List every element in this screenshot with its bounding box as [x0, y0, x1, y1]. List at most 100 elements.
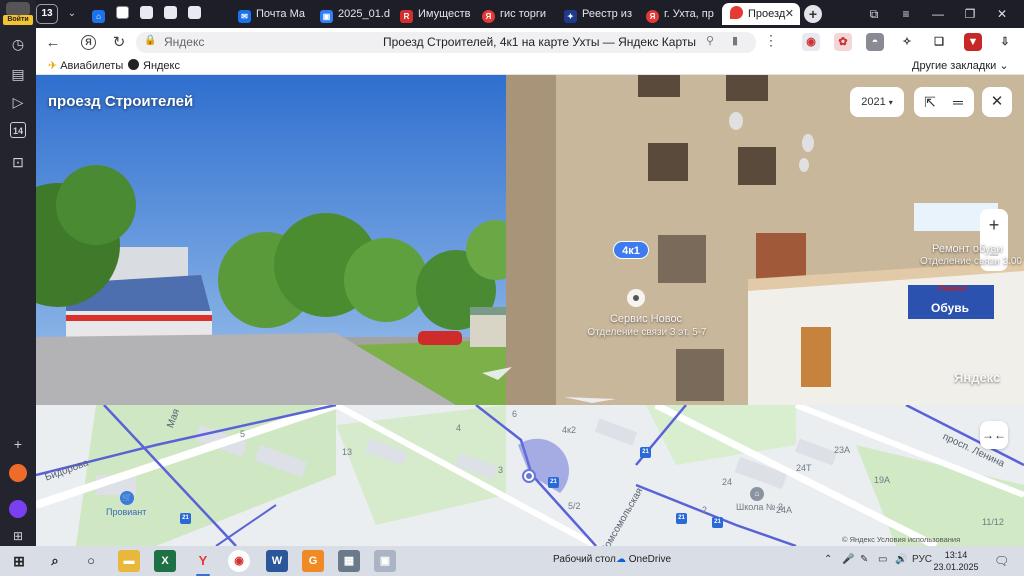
cloud-icon: ☁ [616, 554, 626, 565]
year-selector[interactable]: 2021 ▾ [850, 87, 904, 117]
house-number-tag[interactable]: 4к1 [613, 241, 649, 259]
tab-counter[interactable]: 13 [36, 4, 58, 24]
bus-stop-icon[interactable]: 21 [676, 513, 687, 524]
open-external-icon[interactable]: ⇱ [920, 92, 940, 112]
bookmark-yandex[interactable]: Яндекс [128, 59, 180, 72]
chevron-up-icon[interactable]: ⌃ [824, 554, 832, 565]
login-button[interactable]: Войти [3, 15, 33, 25]
extension-icon[interactable]: ▼ [964, 33, 982, 51]
poi-marker[interactable] [627, 289, 645, 307]
viewpoint-marker[interactable] [522, 469, 536, 483]
play-icon[interactable]: ▷ [6, 90, 30, 114]
start-icon[interactable]: ⊞ [8, 550, 30, 572]
zoom-in-icon[interactable]: + [980, 210, 1008, 240]
chrome-icon[interactable]: ◉ [228, 550, 250, 572]
extension-icon[interactable]: ✿ [834, 33, 852, 51]
bookmark-icon[interactable]: ▮ [732, 34, 738, 47]
notifications-icon[interactable]: 🗨 [994, 554, 1009, 568]
document-icon [116, 6, 129, 19]
tab[interactable] [116, 3, 134, 25]
tab[interactable]: ⌂ [92, 3, 110, 25]
calendar-icon[interactable]: 14 [6, 118, 30, 142]
excel-icon[interactable]: X [154, 550, 176, 572]
extension-icon[interactable]: ◓ [866, 33, 884, 51]
yandex-browser-icon[interactable]: Y [192, 550, 214, 576]
address-input[interactable]: 🔒 Яндекс Проезд Строителей, 4к1 на карте… [136, 32, 756, 53]
new-tab-button[interactable]: + [804, 5, 822, 23]
restore-icon[interactable]: ❐ [958, 3, 982, 25]
house-number: 2 [702, 505, 708, 515]
tab-registry[interactable]: ✦ Реестр из [564, 3, 640, 25]
tab-gis-torgi[interactable]: Ягис торги [482, 3, 558, 25]
bus-stop-icon[interactable]: 21 [180, 513, 191, 524]
extensions-puzzle-icon[interactable]: ✧ [898, 33, 916, 51]
menu-icon[interactable]: ═ [948, 92, 968, 112]
chevron-down-icon[interactable]: ⌄ [62, 4, 82, 24]
desktop-label[interactable]: Рабочий стол [553, 554, 616, 565]
tab-active-maps[interactable]: Проезд ✕ [722, 3, 800, 25]
sign-text: Ремонт [938, 284, 968, 293]
tab[interactable] [164, 3, 182, 25]
search-icon[interactable]: ⌕ [44, 550, 66, 572]
map-copyright[interactable]: © Яндекс Условия использования [842, 535, 960, 544]
pen-icon[interactable]: ✎ [860, 554, 868, 565]
tab[interactable] [140, 3, 158, 25]
image-icon [164, 6, 177, 19]
close-panorama-button[interactable]: ✕ [982, 87, 1012, 117]
clock[interactable]: 13:14 23.01.2025 [926, 549, 986, 573]
tab-ukhta[interactable]: Яг. Ухта, пр [646, 3, 722, 25]
bus-stop-icon[interactable]: 21 [548, 477, 559, 488]
emblem-icon: ✦ [564, 10, 577, 23]
calculator-icon[interactable]: ▦ [338, 550, 360, 572]
school-icon[interactable]: ⌂ [750, 487, 764, 501]
downloads-icon[interactable]: ⇩ [996, 33, 1014, 51]
collections-icon[interactable]: ❏ [930, 33, 948, 51]
network-icon[interactable]: ▭ [878, 554, 887, 565]
bus-stop-icon[interactable]: 21 [640, 447, 651, 458]
image-viewer-icon[interactable]: ▣ [374, 550, 396, 572]
avatar[interactable] [6, 2, 30, 16]
tab-property[interactable]: R Имуществ [400, 3, 476, 25]
collections-icon[interactable]: ▤ [6, 62, 30, 86]
bus-stop-icon[interactable]: 21 [712, 517, 723, 528]
minimize-icon[interactable]: — [926, 3, 950, 25]
close-tab-icon[interactable]: ✕ [785, 3, 794, 25]
volume-icon[interactable]: 🔊 [895, 554, 907, 565]
microphone-icon[interactable]: 🎤 [842, 554, 854, 565]
app-icon[interactable]: G [302, 550, 324, 572]
shop-icon[interactable]: 🛒 [120, 491, 134, 505]
location-icon[interactable]: ⚲ [706, 34, 714, 47]
file-explorer-icon[interactable]: ▬ [118, 550, 140, 572]
tab-manager-icon[interactable]: ⧉ [862, 3, 886, 25]
poi-label[interactable]: Школа № 3 [736, 502, 783, 512]
camera-icon[interactable]: ⊡ [6, 150, 30, 174]
menu-icon[interactable]: ≡ [894, 3, 918, 25]
poi-label[interactable]: Провиант [106, 507, 146, 517]
back-icon[interactable]: ← [42, 32, 64, 54]
page-title: Проезд Строителей, 4к1 на карте Ухты — Я… [382, 35, 696, 49]
close-window-icon[interactable]: ✕ [990, 3, 1014, 25]
task-view-icon[interactable]: ○ [80, 550, 102, 572]
plane-icon: ✈ [48, 60, 58, 72]
yandex-logo-icon[interactable]: Я [81, 35, 96, 50]
word-icon[interactable]: W [266, 550, 288, 572]
sign-text: Обувь [930, 301, 969, 315]
history-icon[interactable]: ◷ [6, 32, 30, 56]
street-view-panorama[interactable]: проезд Строителей 2021 ▾ ⇱ ═ ✕ + − 4к1 С… [36, 75, 1024, 405]
tab-document[interactable]: ▣ 2025_01.d [320, 3, 396, 25]
tab[interactable] [188, 3, 206, 25]
reload-icon[interactable]: ↻ [108, 32, 130, 54]
minimap[interactable]: Мая Бидорова просп. Ленина Комсомольская… [36, 405, 1024, 546]
collapse-map-icon[interactable]: →← [980, 421, 1008, 449]
bookmark-flights[interactable]: ✈ Авиабилеты [48, 59, 123, 72]
onedrive-button[interactable]: ☁ OneDrive [616, 554, 671, 565]
other-bookmarks[interactable]: Другие закладки ⌄ [912, 59, 1009, 72]
tab-mail[interactable]: ✉ Почта Ма [238, 3, 314, 25]
add-panel-icon[interactable]: + [6, 432, 30, 456]
bookmarks-bar: ✈ Авиабилеты Яндекс Другие закладки ⌄ [36, 57, 1024, 75]
market-icon[interactable] [9, 464, 27, 482]
extension-icon[interactable]: ◉ [802, 33, 820, 51]
more-vertical-icon[interactable]: ⋮ [764, 32, 778, 49]
windows-grid-icon[interactable]: ⊞ [6, 524, 30, 548]
alice-icon[interactable] [9, 500, 27, 518]
